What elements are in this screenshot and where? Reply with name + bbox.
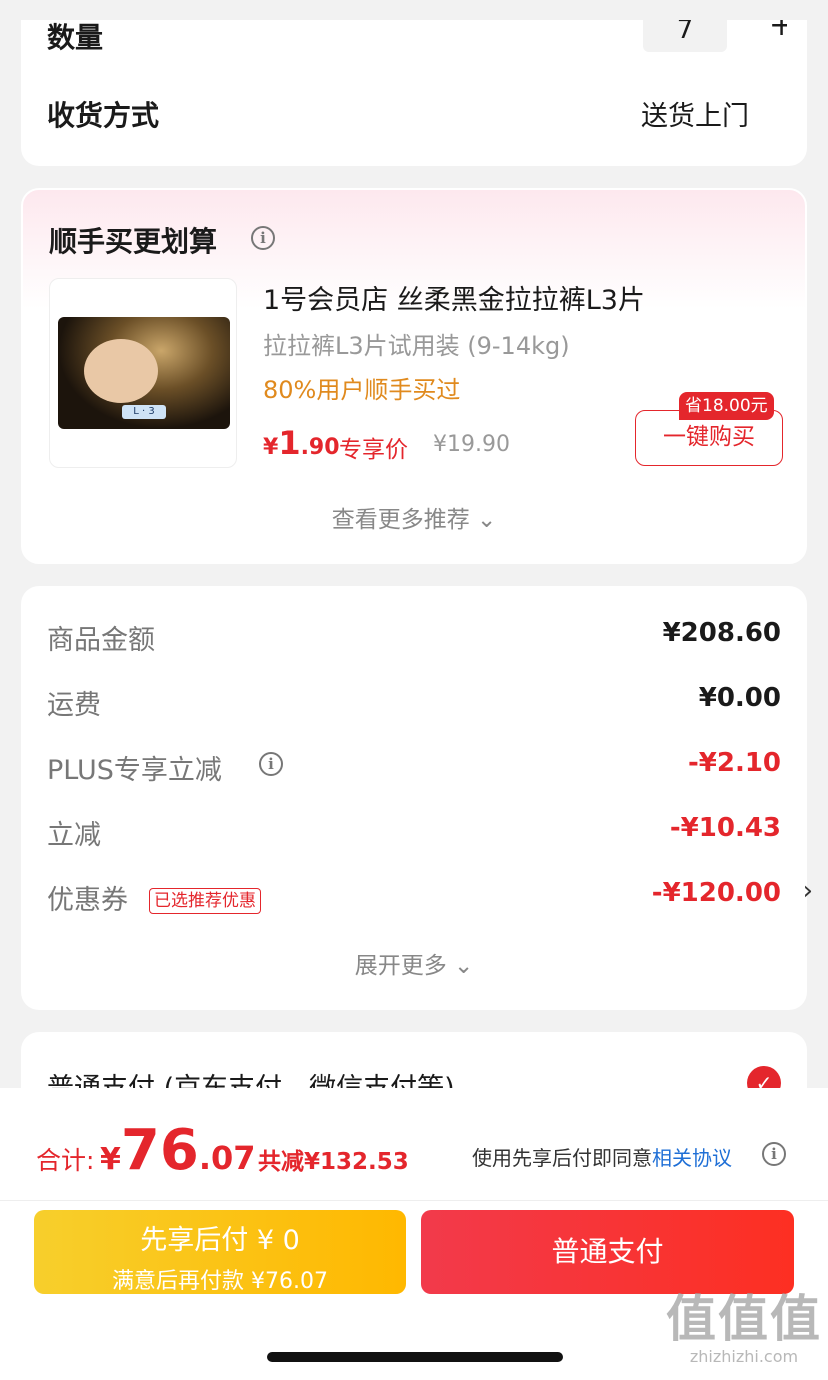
price-symbol: ¥ bbox=[263, 435, 279, 460]
fee-value: -¥2.10 bbox=[687, 748, 781, 778]
chevron-right-icon[interactable]: › bbox=[803, 876, 813, 906]
info-icon[interactable]: i bbox=[259, 752, 283, 776]
fee-label: PLUS专享立减 bbox=[47, 755, 222, 786]
fee-row-coupon[interactable]: 优惠券 已选推荐优惠 -¥120.00 › bbox=[47, 876, 813, 918]
shipping-method-value[interactable]: 送货上门 bbox=[641, 94, 749, 133]
fee-value: -¥120.00 bbox=[651, 878, 781, 908]
fee-value: ¥208.60 bbox=[662, 618, 781, 648]
fee-row-goods: 商品金额 ¥208.60 bbox=[47, 618, 781, 658]
quantity-row: 数量 7 + bbox=[47, 20, 787, 54]
pack-size-graphic: L · 3 bbox=[122, 405, 166, 419]
order-total: 合计: ¥76.07 bbox=[36, 1118, 256, 1183]
pay-later-label: 先享后付 ¥ 0 bbox=[140, 1225, 300, 1256]
quantity-label: 数量 bbox=[47, 21, 104, 54]
baby-graphic bbox=[84, 339, 158, 403]
pay-later-sublabel: 满意后再付款 ¥76.07 bbox=[112, 1269, 328, 1294]
order-options-card: 数量 7 + 收货方式 送货上门 bbox=[21, 20, 807, 166]
fee-label: 立减 bbox=[47, 820, 101, 851]
info-icon[interactable]: i bbox=[251, 226, 275, 250]
product-spec: 拉拉裤L3片试用装 (9-14kg) bbox=[263, 332, 570, 360]
more-recommendations-link[interactable]: 查看更多推荐 ⌄ bbox=[23, 500, 805, 534]
total-symbol: ¥ bbox=[100, 1142, 121, 1177]
quantity-input[interactable]: 7 bbox=[643, 20, 727, 52]
fee-label: 优惠券 bbox=[47, 885, 128, 916]
agreement-text: 使用先享后付即同意相关协议 bbox=[472, 1142, 732, 1171]
product-price: ¥1.90 bbox=[263, 424, 340, 462]
agreement-link[interactable]: 相关协议 bbox=[652, 1146, 732, 1170]
price-breakdown-card: 商品金额 ¥208.60 运费 ¥0.00 PLUS专享立减 i -¥2.10 … bbox=[21, 586, 813, 1010]
quantity-plus-button[interactable]: + bbox=[769, 20, 787, 43]
shipping-label: 收货方式 bbox=[47, 99, 160, 132]
agreement-prefix: 使用先享后付即同意 bbox=[472, 1146, 652, 1170]
price-int: 1 bbox=[278, 424, 301, 462]
fee-value: ¥0.00 bbox=[698, 683, 781, 713]
fee-label: 商品金额 bbox=[47, 625, 155, 656]
info-icon[interactable]: i bbox=[762, 1142, 786, 1166]
addon-section-title: 顺手买更划算 bbox=[49, 225, 218, 258]
watermark: 值值值 zhizhizhi.com bbox=[666, 1279, 822, 1366]
fee-row-instant-discount: 立减 -¥10.43 bbox=[47, 813, 781, 853]
expand-more-link[interactable]: 展开更多 ⌄ bbox=[21, 946, 807, 980]
savings-badge: 省18.00元 bbox=[679, 392, 774, 420]
product-popularity: 80%用户顺手买过 bbox=[263, 376, 461, 404]
exclusive-price-tag: 专享价 bbox=[339, 437, 408, 463]
fee-label: 运费 bbox=[47, 690, 101, 721]
addon-recommend-card: 顺手买更划算 i L · 3 1号会员店 丝柔黑金拉拉裤L3片 拉拉裤L3片试用… bbox=[21, 188, 807, 564]
chevron-down-icon: ⌄ bbox=[454, 953, 474, 979]
divider bbox=[0, 1200, 828, 1201]
total-label: 合计: bbox=[36, 1146, 95, 1175]
product-image[interactable]: L · 3 bbox=[49, 278, 237, 468]
more-recommendations-label: 查看更多推荐 bbox=[331, 507, 470, 533]
fee-value: -¥10.43 bbox=[669, 813, 781, 843]
price-decimal: .90 bbox=[300, 435, 340, 460]
total-decimal: .07 bbox=[198, 1139, 256, 1177]
watermark-logo: 值值值 bbox=[666, 1290, 822, 1348]
total-saved: 共减¥132.53 bbox=[258, 1149, 409, 1175]
chevron-down-icon: ⌄ bbox=[477, 507, 497, 533]
product-name[interactable]: 1号会员店 丝柔黑金拉拉裤L3片 bbox=[263, 278, 645, 317]
expand-more-label: 展开更多 bbox=[354, 953, 447, 979]
fee-row-shipping: 运费 ¥0.00 bbox=[47, 683, 781, 723]
fee-row-plus-discount: PLUS专享立减 i -¥2.10 bbox=[47, 748, 781, 788]
total-int: 76 bbox=[120, 1118, 199, 1183]
original-price: ¥19.90 bbox=[433, 432, 510, 457]
coupon-recommended-tag: 已选推荐优惠 bbox=[149, 888, 261, 914]
home-indicator bbox=[267, 1352, 563, 1362]
payment-method-card: 普通支付 (京东支付、微信支付等) ✓ bbox=[21, 1032, 807, 1092]
pay-later-button[interactable]: 先享后付 ¥ 0 满意后再付款 ¥76.07 bbox=[34, 1210, 406, 1294]
checkout-bar: 合计: ¥76.07 共减¥132.53 使用先享后付即同意相关协议 i 先享后… bbox=[0, 1088, 828, 1380]
